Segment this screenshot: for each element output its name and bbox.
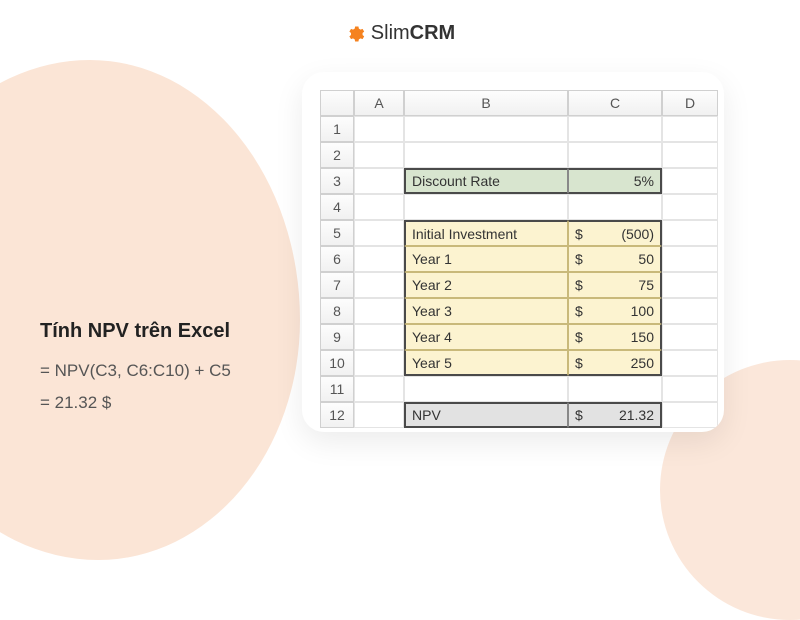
- spreadsheet-grid: A B C D 1 2 3 Discount Rate 5% 4 5 Initi…: [320, 90, 724, 428]
- cell-D5[interactable]: [662, 220, 718, 246]
- cell-A8[interactable]: [354, 298, 404, 324]
- cell-year-value[interactable]: $ 50: [568, 246, 662, 272]
- row-header[interactable]: 7: [320, 272, 354, 298]
- cell-A4[interactable]: [354, 194, 404, 220]
- col-header-C[interactable]: C: [568, 90, 662, 116]
- col-header-A[interactable]: A: [354, 90, 404, 116]
- cell-year-label[interactable]: Year 4: [404, 324, 568, 350]
- row-header[interactable]: 11: [320, 376, 354, 402]
- col-header-B[interactable]: B: [404, 90, 568, 116]
- bg-shape-left: [0, 60, 300, 560]
- cell-D8[interactable]: [662, 298, 718, 324]
- cell-year-label[interactable]: Year 3: [404, 298, 568, 324]
- cell-year-value[interactable]: $ 250: [568, 350, 662, 376]
- cell-B4[interactable]: [404, 194, 568, 220]
- cell-D1[interactable]: [662, 116, 718, 142]
- amount-value: 100: [631, 303, 654, 319]
- cell-year-label[interactable]: Year 2: [404, 272, 568, 298]
- cell-A10[interactable]: [354, 350, 404, 376]
- amount-value: 150: [631, 329, 654, 345]
- cell-B2[interactable]: [404, 142, 568, 168]
- panel-result: = 21.32 $: [40, 387, 231, 419]
- col-header-D[interactable]: D: [662, 90, 718, 116]
- currency-symbol: $: [575, 251, 583, 267]
- cell-npv-value[interactable]: $ 21.32: [568, 402, 662, 428]
- cell-B11[interactable]: [404, 376, 568, 402]
- cell-discount-value[interactable]: 5%: [568, 168, 662, 194]
- cell-D7[interactable]: [662, 272, 718, 298]
- cell-A6[interactable]: [354, 246, 404, 272]
- row-header[interactable]: 12: [320, 402, 354, 428]
- cell-discount-label[interactable]: Discount Rate: [404, 168, 568, 194]
- amount-value: 250: [631, 355, 654, 371]
- cell-year-value[interactable]: $ 150: [568, 324, 662, 350]
- cell-C1[interactable]: [568, 116, 662, 142]
- row-header[interactable]: 5: [320, 220, 354, 246]
- row-header[interactable]: 9: [320, 324, 354, 350]
- amount-value: (500): [621, 226, 654, 242]
- cell-C2[interactable]: [568, 142, 662, 168]
- cell-D6[interactable]: [662, 246, 718, 272]
- row-header[interactable]: 8: [320, 298, 354, 324]
- cell-D12[interactable]: [662, 402, 718, 428]
- currency-symbol: $: [575, 355, 583, 371]
- cell-A2[interactable]: [354, 142, 404, 168]
- cell-A3[interactable]: [354, 168, 404, 194]
- row-header[interactable]: 4: [320, 194, 354, 220]
- cell-A7[interactable]: [354, 272, 404, 298]
- cell-C4[interactable]: [568, 194, 662, 220]
- row-header[interactable]: 6: [320, 246, 354, 272]
- cell-initial-value[interactable]: $ (500): [568, 220, 662, 246]
- cell-D2[interactable]: [662, 142, 718, 168]
- cell-year-value[interactable]: $ 100: [568, 298, 662, 324]
- cell-C11[interactable]: [568, 376, 662, 402]
- corner-cell[interactable]: [320, 90, 354, 116]
- currency-symbol: $: [575, 329, 583, 345]
- cell-D10[interactable]: [662, 350, 718, 376]
- cell-A11[interactable]: [354, 376, 404, 402]
- cell-D9[interactable]: [662, 324, 718, 350]
- row-header[interactable]: 3: [320, 168, 354, 194]
- currency-symbol: $: [575, 303, 583, 319]
- cell-initial-label[interactable]: Initial Investment: [404, 220, 568, 246]
- cell-A5[interactable]: [354, 220, 404, 246]
- cell-year-label[interactable]: Year 1: [404, 246, 568, 272]
- spreadsheet-card: A B C D 1 2 3 Discount Rate 5% 4 5 Initi…: [302, 72, 724, 432]
- amount-value: 21.32: [619, 407, 654, 423]
- brand-text: SlimCRM: [371, 22, 455, 45]
- cell-year-label[interactable]: Year 5: [404, 350, 568, 376]
- currency-symbol: $: [575, 277, 583, 293]
- currency-symbol: $: [575, 407, 583, 423]
- cell-D4[interactable]: [662, 194, 718, 220]
- row-header[interactable]: 10: [320, 350, 354, 376]
- amount-value: 50: [638, 251, 654, 267]
- panel-formula: = NPV(C3, C6:C10) + C5: [40, 355, 231, 387]
- gear-icon: [345, 24, 365, 44]
- cell-A9[interactable]: [354, 324, 404, 350]
- panel-title: Tính NPV trên Excel: [40, 320, 231, 343]
- brand-logo: SlimCRM: [345, 22, 455, 45]
- cell-npv-label[interactable]: NPV: [404, 402, 568, 428]
- currency-symbol: $: [575, 226, 583, 242]
- row-header[interactable]: 1: [320, 116, 354, 142]
- cell-D3[interactable]: [662, 168, 718, 194]
- cell-A12[interactable]: [354, 402, 404, 428]
- cell-D11[interactable]: [662, 376, 718, 402]
- cell-A1[interactable]: [354, 116, 404, 142]
- explanation-panel: Tính NPV trên Excel = NPV(C3, C6:C10) + …: [40, 320, 231, 420]
- cell-year-value[interactable]: $ 75: [568, 272, 662, 298]
- cell-B1[interactable]: [404, 116, 568, 142]
- row-header[interactable]: 2: [320, 142, 354, 168]
- amount-value: 75: [638, 277, 654, 293]
